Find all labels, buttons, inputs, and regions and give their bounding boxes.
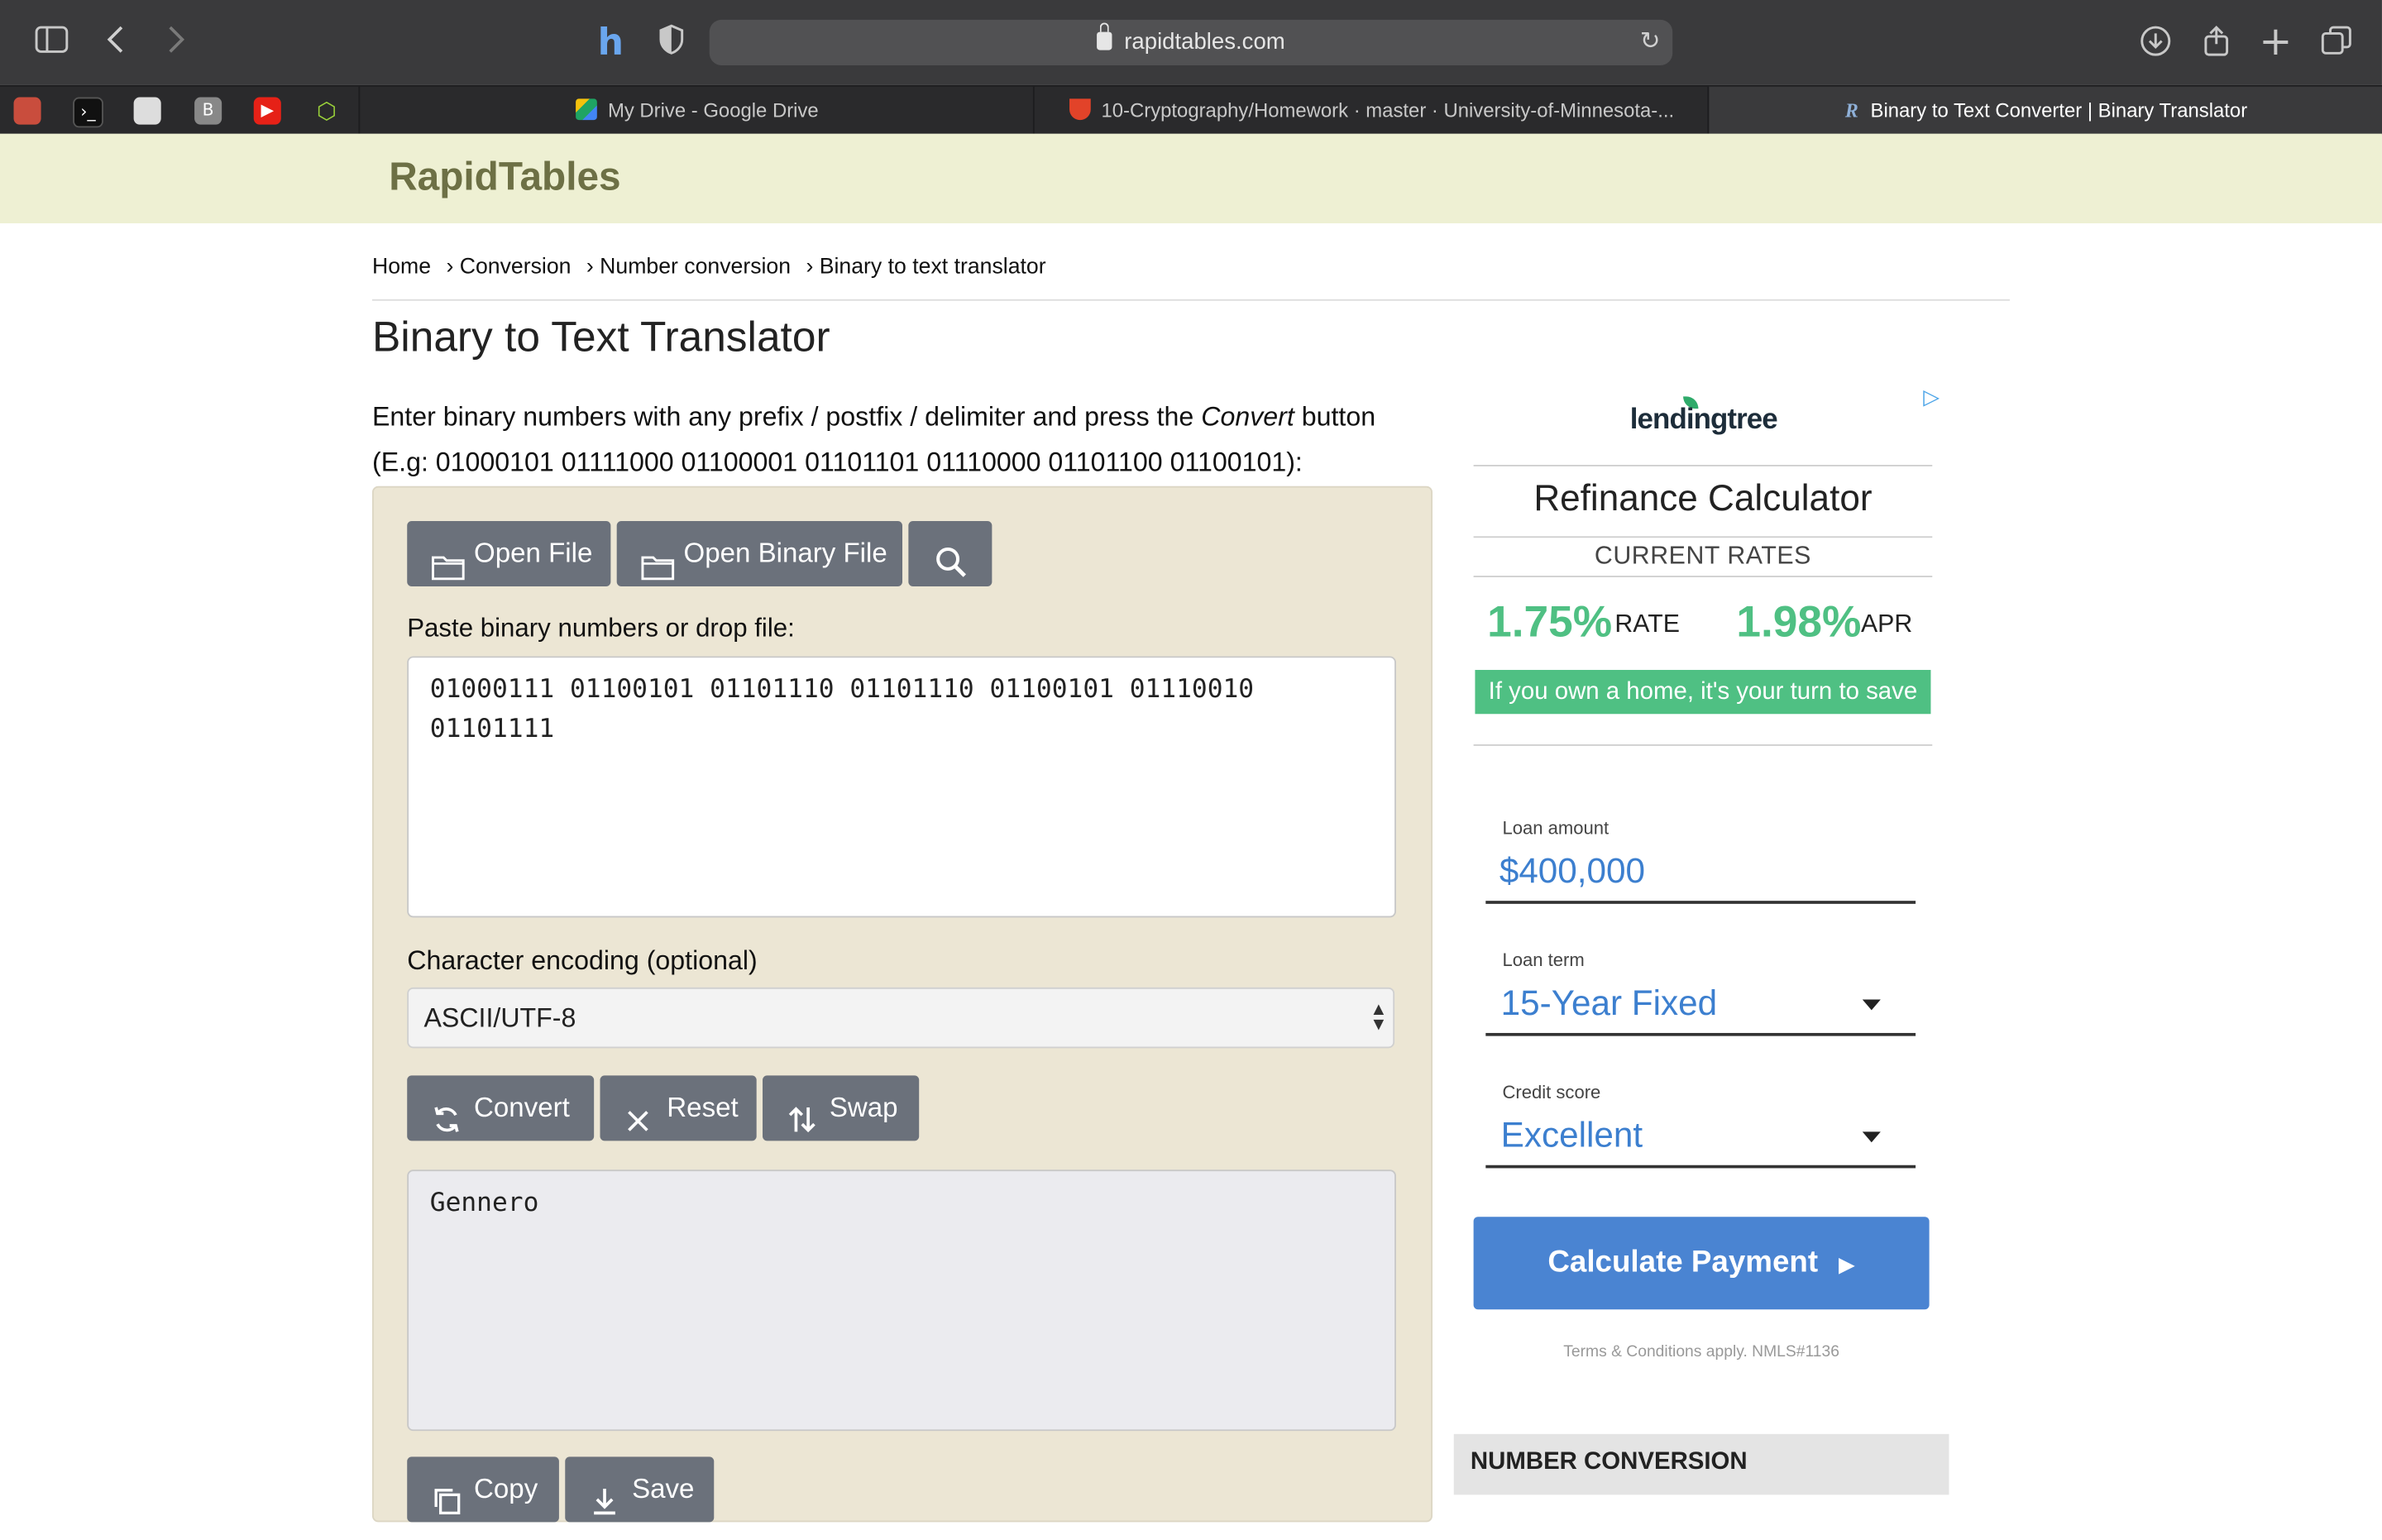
pinned-tab-b-icon[interactable]: B: [194, 97, 222, 125]
paste-label: Paste binary numbers or drop file:: [407, 614, 795, 643]
binary-input[interactable]: 01000111 01100101 01101110 01101110 0110…: [407, 656, 1396, 918]
swap-arrows-icon: [787, 1093, 817, 1133]
tab-rapidtables[interactable]: R Binary to Text Converter | Binary Trans…: [1707, 86, 2382, 136]
loan-term-label: Loan term: [1502, 949, 1585, 971]
ad-title: Refinance Calculator: [1533, 478, 1873, 520]
folder-icon: [431, 539, 465, 581]
refresh-icon: [432, 1093, 462, 1132]
page-title: Binary to Text Translator: [371, 313, 830, 361]
search-button[interactable]: [908, 520, 992, 586]
terminal-icon[interactable]: ›_: [73, 97, 103, 128]
breadcrumb-current[interactable]: › Binary to text translator: [806, 256, 1045, 280]
search-icon: [935, 538, 966, 577]
ad-divider: [1473, 536, 1933, 538]
open-file-button[interactable]: Open File: [407, 520, 611, 586]
google-drive-icon: [576, 98, 598, 121]
swap-button[interactable]: Swap: [763, 1075, 920, 1141]
folder-icon: [641, 539, 675, 581]
intro-text: Enter binary numbers with any prefix / p…: [371, 400, 1376, 477]
section-title: NUMBER CONVERSION: [1470, 1449, 1748, 1475]
address-bar[interactable]: rapidtables.com ↻: [709, 19, 1673, 65]
tab-bar: ›_ B ▶ ⬡ My Drive - Google Drive 10-Cryp…: [0, 84, 2382, 136]
reload-icon[interactable]: ↻: [1640, 26, 1661, 55]
ad-terms[interactable]: Terms & Conditions apply. NMLS#1136: [1474, 1343, 1930, 1361]
ad-divider: [1473, 465, 1933, 466]
share-icon[interactable]: [2198, 24, 2235, 60]
rapidtables-favicon-icon: R: [1844, 98, 1858, 122]
ad-choices-icon[interactable]: ▷: [1923, 386, 1940, 410]
save-button[interactable]: Save: [565, 1456, 715, 1523]
privacy-shield-icon[interactable]: [653, 24, 690, 60]
lock-icon: [1097, 22, 1112, 50]
chevron-down-icon[interactable]: [1862, 999, 1881, 1011]
download-icon[interactable]: [2137, 24, 2174, 60]
ad-divider: [1473, 744, 1933, 746]
play-arrow-icon: ▶: [1838, 1253, 1855, 1278]
encoding-select[interactable]: ASCII/UTF-8 ▲ ▼: [407, 987, 1395, 1049]
breadcrumb-number-conversion[interactable]: › Number conversion: [586, 256, 791, 280]
select-arrows-icon: ▲ ▼: [1373, 1002, 1385, 1033]
breadcrumb-conversion[interactable]: › Conversion: [446, 256, 571, 280]
site-header: RapidTables: [0, 133, 2382, 223]
field-underline: [1485, 901, 1916, 903]
new-tab-icon[interactable]: +: [2257, 23, 2294, 63]
credit-score-select[interactable]: Excellent: [1501, 1115, 1643, 1156]
convert-button[interactable]: Convert: [407, 1075, 595, 1141]
loan-amount-label: Loan amount: [1502, 817, 1610, 839]
loan-amount-input[interactable]: $400,000: [1500, 851, 1645, 892]
rate-value: 1.75%: [1487, 598, 1613, 648]
reset-button[interactable]: Reset: [600, 1075, 757, 1141]
url-text: rapidtables.com: [1124, 28, 1285, 55]
calculate-payment-button[interactable]: Calculate Payment ▶: [1473, 1217, 1930, 1310]
copy-button[interactable]: Copy: [407, 1456, 559, 1523]
text-output[interactable]: Gennero: [407, 1169, 1396, 1432]
loan-term-select[interactable]: 15-Year Fixed: [1501, 983, 1717, 1024]
pinned-tab-icon[interactable]: [133, 97, 161, 125]
chevron-down-icon[interactable]: [1862, 1131, 1881, 1143]
forward-icon[interactable]: [158, 24, 194, 60]
field-underline: [1485, 1165, 1916, 1168]
apr-label: APR: [1860, 610, 1913, 638]
rate-label: RATE: [1614, 610, 1680, 638]
lendingtree-logo[interactable]: lendingtree: [1630, 404, 1778, 438]
back-icon[interactable]: [98, 24, 134, 60]
number-conversion-section: NUMBER CONVERSION: [1453, 1433, 1949, 1495]
divider: [371, 299, 2010, 301]
apr-value: 1.98%: [1736, 598, 1862, 648]
close-icon: [624, 1093, 655, 1131]
tab-gitlab[interactable]: 10-Cryptography/Homework · master · Univ…: [1032, 86, 1709, 136]
ad-banner[interactable]: If you own a home, it's your turn to sav…: [1475, 669, 1931, 715]
honey-extension-icon[interactable]: h: [592, 24, 629, 60]
encoding-label: Character encoding (optional): [407, 945, 758, 976]
field-underline: [1485, 1032, 1916, 1035]
tab-overview-icon[interactable]: [2318, 24, 2355, 60]
ad-subtitle: CURRENT RATES: [1594, 542, 1811, 570]
sidebar-toggle-icon[interactable]: [33, 24, 69, 60]
cube-icon[interactable]: ⬡: [313, 98, 340, 125]
gitlab-icon: [1069, 98, 1091, 121]
credit-score-label: Credit score: [1502, 1081, 1601, 1103]
open-binary-file-button[interactable]: Open Binary File: [616, 520, 902, 586]
site-logo[interactable]: RapidTables: [389, 154, 620, 201]
browser-toolbar: h rapidtables.com ↻ +: [0, 0, 2382, 85]
tab-google-drive[interactable]: My Drive - Google Drive: [358, 86, 1034, 136]
breadcrumb: Home › Conversion › Number conversion › …: [372, 256, 1055, 280]
ad-divider: [1473, 576, 1933, 577]
pinned-tab-icon[interactable]: [13, 97, 41, 125]
breadcrumb-home[interactable]: Home: [372, 256, 431, 280]
youtube-icon[interactable]: ▶: [253, 97, 281, 125]
